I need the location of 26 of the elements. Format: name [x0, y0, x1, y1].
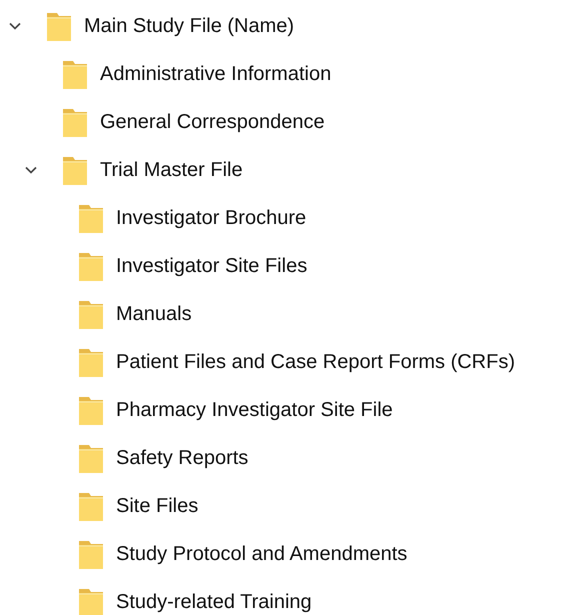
folder-icon [62, 106, 88, 138]
folder-icon [62, 154, 88, 186]
folder-label[interactable]: Study-related Training [116, 590, 312, 614]
folder-icon [78, 538, 104, 570]
folder-label[interactable]: Study Protocol and Amendments [116, 542, 408, 566]
folder-icon [78, 298, 104, 330]
folder-label[interactable]: Administrative Information [100, 62, 332, 86]
folder-label[interactable]: Pharmacy Investigator Site File [116, 398, 393, 422]
folder-label[interactable]: General Correspondence [100, 110, 325, 134]
folder-label[interactable]: Main Study File (Name) [84, 14, 294, 38]
folder-label[interactable]: Site Files [116, 494, 198, 518]
folder-icon [78, 250, 104, 282]
folder-icon [78, 586, 104, 615]
folder-label[interactable]: Investigator Brochure [116, 206, 306, 230]
folder-icon [46, 10, 72, 42]
folder-label[interactable]: Patient Files and Case Report Forms (CRFs) [116, 350, 516, 374]
folder-label[interactable]: Safety Reports [116, 446, 248, 470]
folder-icon [78, 202, 104, 234]
folder-label[interactable]: Manuals [116, 302, 192, 326]
folder-icon [78, 346, 104, 378]
folder-icon [62, 58, 88, 90]
folder-icon [78, 442, 104, 474]
folder-icon [78, 394, 104, 426]
folder-label[interactable]: Trial Master File [100, 158, 243, 182]
folder-icon [78, 490, 104, 522]
folder-label[interactable]: Investigator Site Files [116, 254, 308, 278]
